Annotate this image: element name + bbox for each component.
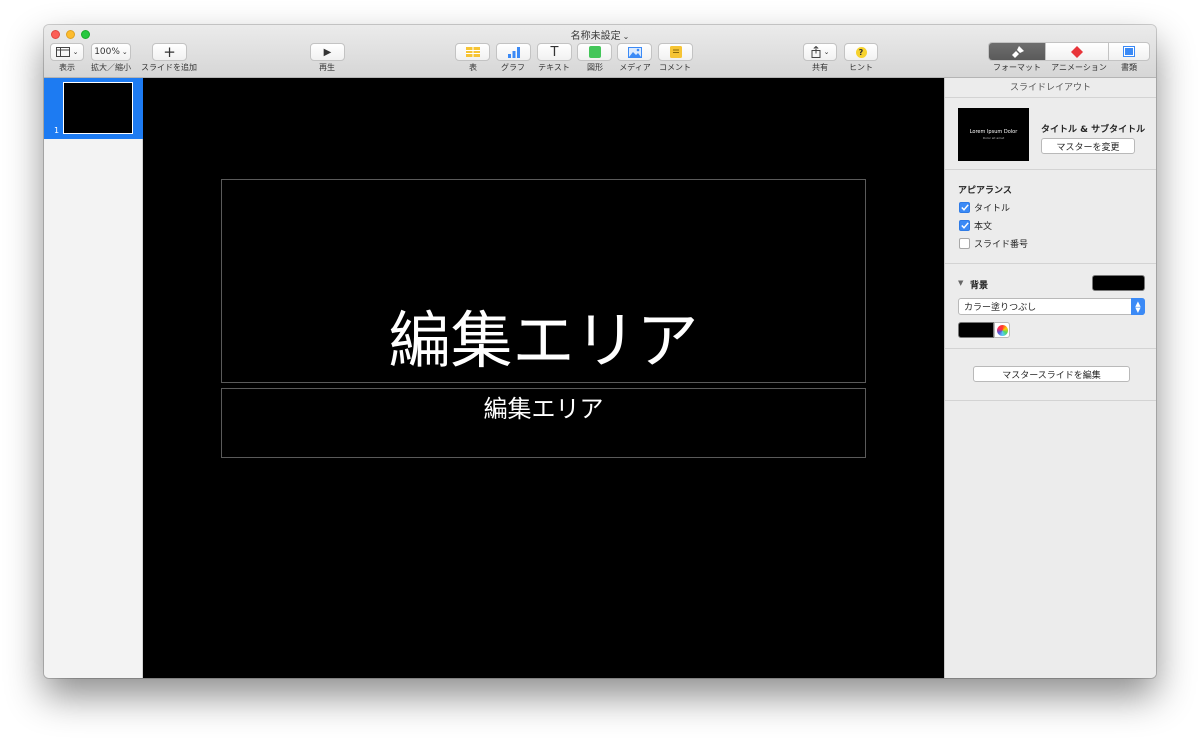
body-placeholder[interactable]: 編集エリア [221, 388, 866, 458]
chevron-down-icon: ⌄ [121, 48, 128, 56]
animate-tab[interactable] [1046, 43, 1109, 60]
view-button[interactable]: ⌄ [50, 43, 84, 61]
document-label: 書類 [1121, 63, 1137, 72]
title-text: 編集エリア [388, 304, 699, 377]
play-icon: ▶ [323, 46, 332, 58]
document-icon [1122, 46, 1135, 57]
slide-thumbnail [63, 82, 133, 134]
share-label: 共有 [812, 63, 828, 72]
fill-color-swatch[interactable] [958, 322, 994, 338]
disclosure-triangle-icon[interactable]: ▼ [958, 279, 963, 287]
layout-name: タイトル & サブタイトル [1041, 125, 1146, 135]
shape-label: 図形 [587, 63, 603, 72]
add-slide-button[interactable]: + [152, 43, 187, 61]
text-label: テキスト [538, 63, 570, 72]
chart-label: グラフ [501, 63, 525, 72]
slide-number: 1 [54, 126, 60, 135]
checkbox-checked-icon [959, 202, 970, 213]
table-icon [465, 47, 480, 57]
add-slide-label: スライドを追加 [141, 63, 197, 72]
checkbox-unchecked-icon [959, 238, 970, 249]
share-icon [811, 46, 821, 58]
appearance-heading: アピアランス [958, 186, 1012, 196]
table-button[interactable] [455, 43, 490, 61]
slide-layout-section: Lorem Ipsum Dolor Dolor sit amet タイトル & … [945, 98, 1156, 170]
shape-button[interactable] [577, 43, 612, 61]
comment-label: コメント [659, 63, 691, 72]
title-bar: 名称未設定 ⌄ ⌄ 表示 100% ⌄ 拡大／縮小 + スライドを追加 ▶ 再生 … [44, 25, 1156, 78]
comment-button[interactable] [658, 43, 693, 61]
checkbox-checked-icon [959, 220, 970, 231]
slide-number-checkbox[interactable]: スライド番号 [959, 237, 1028, 250]
layout-thumb-subtitle: Dolor sit amet [982, 136, 1005, 140]
help-icon: ? [855, 46, 867, 58]
slide-canvas[interactable]: 編集エリア 編集エリア [143, 78, 944, 678]
comment-icon [669, 46, 682, 58]
zoom-value: 100% [94, 47, 120, 57]
media-icon [627, 46, 642, 58]
chevron-down-icon: ⌄ [72, 48, 79, 56]
edit-master-section: マスタースライドを編集 [945, 349, 1156, 401]
edit-master-slide-button[interactable]: マスタースライドを編集 [973, 366, 1130, 382]
layout-thumbnail[interactable]: Lorem Ipsum Dolor Dolor sit amet [958, 108, 1029, 161]
format-tab[interactable] [989, 43, 1047, 60]
play-label: 再生 [319, 63, 335, 72]
zoom-select[interactable]: 100% ⌄ [91, 43, 131, 61]
tips-button[interactable]: ? [844, 43, 878, 61]
layout-thumb-title: Lorem Ipsum Dolor [969, 129, 1018, 135]
window-title[interactable]: 名称未設定 ⌄ [44, 27, 1156, 42]
appearance-section: アピアランス タイトル 本文 スライド番号 [945, 170, 1156, 264]
table-label: 表 [469, 63, 477, 72]
window-title-text: 名称未設定 [570, 31, 621, 42]
keynote-window: 名称未設定 ⌄ ⌄ 表示 100% ⌄ 拡大／縮小 + スライドを追加 ▶ 再生 … [44, 25, 1156, 678]
fill-type-value: カラー塗りつぶし [964, 303, 1037, 313]
body-checkbox[interactable]: 本文 [959, 219, 992, 232]
paintbrush-icon [1011, 45, 1024, 58]
fill-type-select[interactable]: カラー塗りつぶし ▲ ▼ [958, 298, 1145, 315]
zoom-label: 拡大／縮小 [91, 63, 131, 72]
stepper-arrows-icon: ▲ ▼ [1131, 298, 1145, 315]
text-icon: T [550, 44, 559, 60]
format-label: フォーマット [993, 63, 1041, 72]
media-button[interactable] [617, 43, 652, 61]
format-inspector: スライドレイアウト Lorem Ipsum Dolor Dolor sit am… [944, 78, 1156, 678]
color-wheel-button[interactable] [994, 322, 1010, 338]
title-checkbox[interactable]: タイトル [959, 201, 1010, 214]
inspector-header: スライドレイアウト [945, 78, 1156, 98]
body-checkbox-label: 本文 [974, 222, 993, 232]
slide-navigator: 1 [44, 78, 143, 678]
chevron-down-icon: ⌄ [823, 48, 830, 56]
document-tab[interactable] [1109, 43, 1149, 60]
title-placeholder[interactable]: 編集エリア [221, 179, 866, 383]
chart-button[interactable] [496, 43, 531, 61]
title-checkbox-label: タイトル [974, 204, 1011, 214]
inspector-segmented-control [988, 42, 1150, 61]
slide-number-checkbox-label: スライド番号 [974, 240, 1029, 250]
chart-icon [507, 46, 520, 58]
change-master-button[interactable]: マスターを変更 [1041, 138, 1135, 154]
background-section: ▼ 背景 カラー塗りつぶし ▲ ▼ [945, 264, 1156, 349]
media-label: メディア [619, 63, 651, 72]
tips-label: ヒント [849, 63, 873, 72]
background-color-well[interactable] [1092, 275, 1145, 291]
plus-icon: + [163, 43, 176, 61]
animate-label: アニメーション [1051, 63, 1107, 72]
shape-icon [588, 46, 601, 58]
slide-thumbnail-selected[interactable]: 1 [44, 78, 143, 139]
title-chevron-icon: ⌄ [622, 32, 630, 41]
body-text: 編集エリア [483, 395, 604, 423]
diamond-icon [1070, 45, 1083, 58]
share-button[interactable]: ⌄ [803, 43, 837, 61]
sidebar-icon [55, 47, 70, 57]
background-heading: 背景 [970, 281, 989, 291]
text-button[interactable]: T [537, 43, 572, 61]
view-label: 表示 [59, 63, 75, 72]
color-wheel-icon [996, 324, 1008, 336]
play-button[interactable]: ▶ [310, 43, 345, 61]
